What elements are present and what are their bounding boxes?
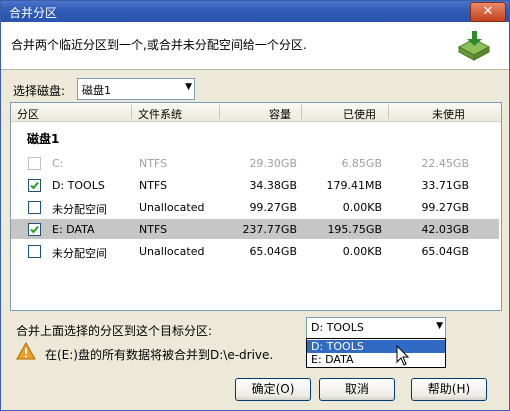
partition-fs: NTFS <box>139 223 168 236</box>
column-used[interactable]: 已使用 <box>343 106 376 122</box>
cancel-button[interactable]: 取消 <box>319 378 395 401</box>
header-description: 合并两个临近分区到一个,或合并未分配空间给一个分区. <box>11 38 307 52</box>
chevron-down-icon[interactable]: ▼ <box>185 82 192 92</box>
table-row[interactable]: 未分配空间 Unallocated 65.04GB 0.00KB 65.04GB <box>11 241 499 261</box>
row-checkbox[interactable] <box>28 179 41 192</box>
partition-table: 分区 文件系统 容量 已使用 未使用 磁盘1 C: NTFS 29.30GB 6… <box>10 102 502 311</box>
column-unused[interactable]: 未使用 <box>432 106 465 122</box>
title-bar[interactable]: 合并分区 ✕ <box>1 1 509 22</box>
merge-partition-icon <box>457 31 491 61</box>
partition-name: D: TOOLS <box>52 179 105 192</box>
target-partition-select[interactable]: D: TOOLS ▼ <box>306 317 446 339</box>
close-button[interactable]: ✕ <box>470 2 506 22</box>
table-row: C: NTFS 29.30GB 6.85GB 22.45GB <box>11 153 499 173</box>
column-divider[interactable] <box>131 105 132 119</box>
column-capacity[interactable]: 容量 <box>269 106 291 122</box>
column-divider[interactable] <box>301 105 302 119</box>
table-header: 分区 文件系统 容量 已使用 未使用 <box>11 103 501 122</box>
partition-free: 99.27GB <box>421 201 469 214</box>
target-partition-label: 合并上面选择的分区到这个目标分区: <box>16 324 213 338</box>
row-checkbox <box>28 157 41 170</box>
dropdown-option-data[interactable]: E: DATA <box>307 353 445 366</box>
mouse-pointer-icon <box>396 345 410 366</box>
table-row[interactable]: 未分配空间 Unallocated 99.27GB 0.00KB 99.27GB <box>11 197 499 217</box>
dialog-header: 合并两个临近分区到一个,或合并未分配空间给一个分区. <box>1 22 509 70</box>
row-checkbox[interactable] <box>28 245 41 258</box>
partition-used: 179.41MB <box>326 179 382 192</box>
disk-select-label: 选择磁盘: <box>13 84 66 98</box>
close-icon: ✕ <box>482 4 494 19</box>
merge-partition-dialog: 合并分区 ✕ 合并两个临近分区到一个,或合并未分配空间给一个分区. 选择磁盘: … <box>0 0 510 411</box>
target-select-value: D: TOOLS <box>311 321 364 334</box>
partition-free: 22.45GB <box>421 157 469 170</box>
warning-icon <box>16 342 36 360</box>
partition-name: 未分配空间 <box>52 247 107 260</box>
partition-capacity: 237.77GB <box>242 223 297 236</box>
checkmark-icon <box>30 225 39 234</box>
partition-used: 0.00KB <box>342 201 382 214</box>
chevron-down-icon[interactable]: ▼ <box>436 321 443 331</box>
column-filesystem[interactable]: 文件系统 <box>138 106 182 122</box>
row-checkbox[interactable] <box>28 201 41 214</box>
table-row[interactable]: E: DATA NTFS 237.77GB 195.75GB 42.03GB <box>11 219 499 239</box>
partition-name: 未分配空间 <box>52 203 107 216</box>
partition-free: 42.03GB <box>421 223 469 236</box>
partition-used: 0.00KB <box>342 245 382 258</box>
column-partition[interactable]: 分区 <box>17 106 39 122</box>
disk-group-label: 磁盘1 <box>27 132 60 146</box>
partition-free: 33.71GB <box>421 179 469 192</box>
partition-capacity: 65.04GB <box>249 245 297 258</box>
row-checkbox[interactable] <box>28 223 41 236</box>
partition-name: C: <box>52 157 64 170</box>
column-divider[interactable] <box>388 105 389 119</box>
partition-free: 65.04GB <box>421 245 469 258</box>
partition-capacity: 99.27GB <box>249 201 297 214</box>
ok-button[interactable]: 确定(O) <box>235 378 311 401</box>
table-row[interactable]: D: TOOLS NTFS 34.38GB 179.41MB 33.71GB <box>11 175 499 195</box>
partition-used: 6.85GB <box>341 157 382 170</box>
window-title: 合并分区 <box>9 6 58 20</box>
partition-capacity: 34.38GB <box>249 179 297 192</box>
checkmark-icon <box>30 181 39 190</box>
disk-select[interactable]: 磁盘1 ▼ <box>77 78 195 100</box>
warning-message: 在(E:)盘的所有数据将被合并到D:\e-drive. <box>45 348 274 362</box>
target-dropdown-list: D: TOOLS E: DATA <box>306 338 446 368</box>
partition-name: E: DATA <box>52 223 95 236</box>
partition-fs: NTFS <box>139 157 168 170</box>
column-divider[interactable] <box>219 105 220 119</box>
help-button[interactable]: 帮助(H) <box>411 378 487 401</box>
disk-select-value: 磁盘1 <box>82 84 111 97</box>
dropdown-option-tools[interactable]: D: TOOLS <box>307 340 445 353</box>
partition-used: 195.75GB <box>327 223 382 236</box>
partition-fs: NTFS <box>139 179 168 192</box>
partition-fs: Unallocated <box>139 201 205 214</box>
partition-capacity: 29.30GB <box>249 157 297 170</box>
partition-fs: Unallocated <box>139 245 205 258</box>
